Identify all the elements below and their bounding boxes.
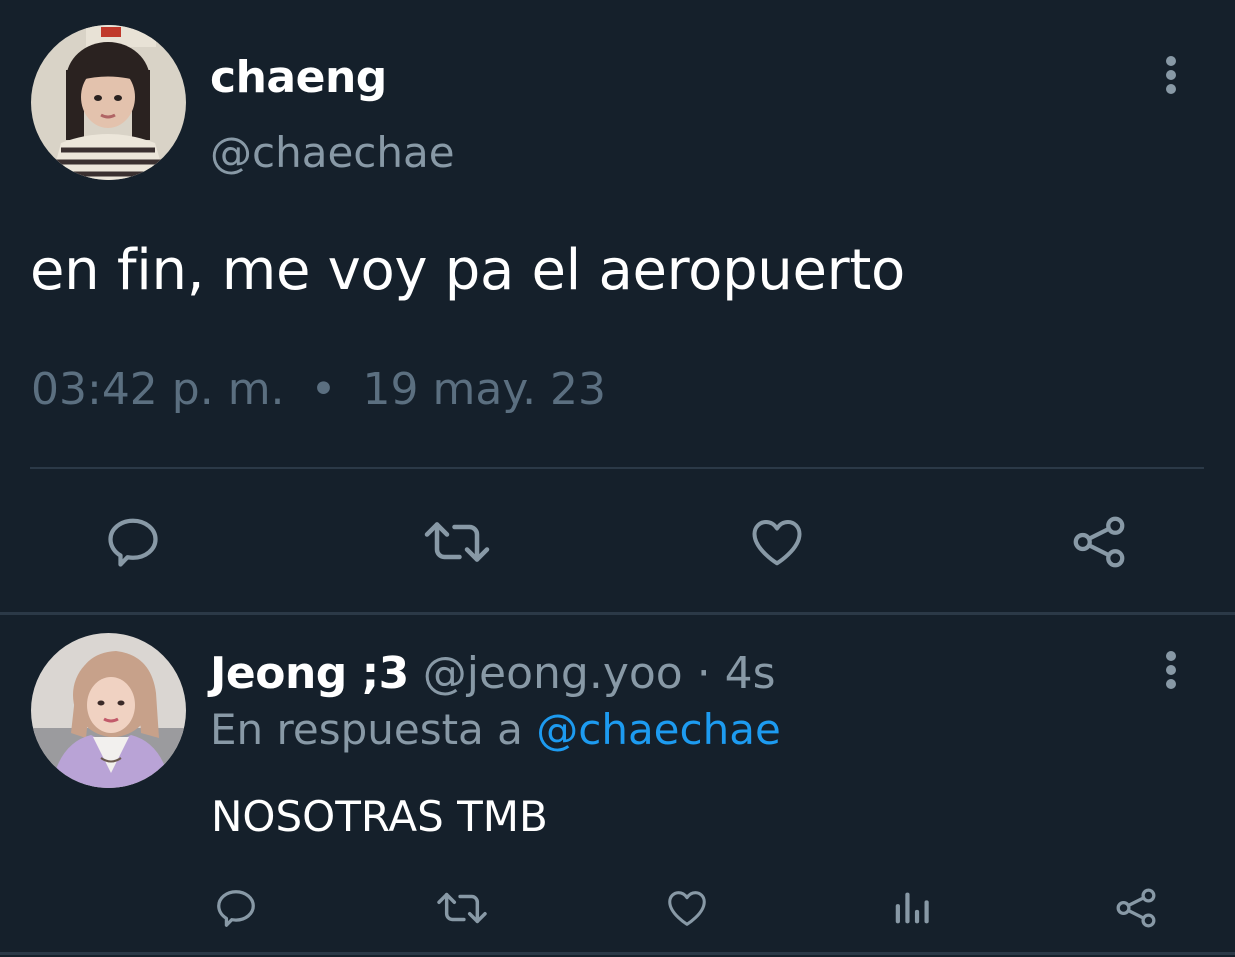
tweet-date: 19 may. 23 bbox=[362, 364, 607, 415]
meta-separator: • bbox=[310, 364, 337, 415]
reply-header: Jeong ;3 @jeong.yoo · 4s bbox=[210, 648, 776, 699]
handle[interactable]: @chaechae bbox=[210, 128, 455, 177]
tweet-meta: 03:42 p. m. • 19 may. 23 bbox=[31, 364, 606, 415]
reply-time: · 4s bbox=[696, 648, 776, 699]
tweet-time: 03:42 p. m. bbox=[31, 364, 285, 415]
display-name[interactable]: chaeng bbox=[210, 52, 387, 103]
reply-like-button[interactable] bbox=[663, 885, 711, 931]
retweet-icon bbox=[424, 522, 490, 562]
reply-retweet-button[interactable] bbox=[435, 885, 489, 931]
reply-reply-button[interactable] bbox=[213, 885, 259, 931]
tweet-text: en fin, me voy pa el aeropuerto bbox=[30, 238, 905, 303]
share-icon bbox=[1073, 516, 1125, 568]
bottom-divider bbox=[0, 952, 1235, 955]
section-divider bbox=[0, 612, 1235, 615]
share-button[interactable] bbox=[1069, 512, 1129, 572]
main-tweet: chaeng @chaechae en fin, me voy pa el ae… bbox=[0, 0, 1235, 614]
like-button[interactable] bbox=[746, 512, 808, 572]
more-options-icon[interactable] bbox=[1161, 53, 1181, 97]
reply-avatar[interactable] bbox=[31, 633, 186, 788]
reply-handle[interactable]: @jeong.yoo bbox=[423, 648, 683, 699]
analytics-icon bbox=[895, 892, 929, 924]
in-reply-to-mention[interactable]: @chaechae bbox=[536, 705, 781, 754]
reply-icon bbox=[217, 890, 255, 927]
avatar[interactable] bbox=[31, 25, 186, 180]
reply-button[interactable] bbox=[103, 512, 163, 572]
retweet-icon bbox=[437, 892, 487, 924]
like-icon bbox=[752, 520, 802, 566]
reply-text: NOSOTRAS TMB bbox=[211, 792, 548, 841]
reply-display-name[interactable]: Jeong ;3 bbox=[210, 648, 409, 699]
reply-icon bbox=[108, 518, 158, 567]
share-icon bbox=[1116, 888, 1156, 928]
like-icon bbox=[668, 891, 706, 926]
retweet-button[interactable] bbox=[422, 512, 492, 572]
reply-share-button[interactable] bbox=[1113, 885, 1159, 931]
divider bbox=[30, 467, 1204, 469]
in-reply-to-prefix: En respuesta a bbox=[210, 705, 523, 754]
in-reply-to: En respuesta a @chaechae bbox=[210, 705, 781, 754]
reply-analytics-button[interactable] bbox=[890, 885, 936, 931]
reply-more-options-icon[interactable] bbox=[1161, 648, 1181, 692]
